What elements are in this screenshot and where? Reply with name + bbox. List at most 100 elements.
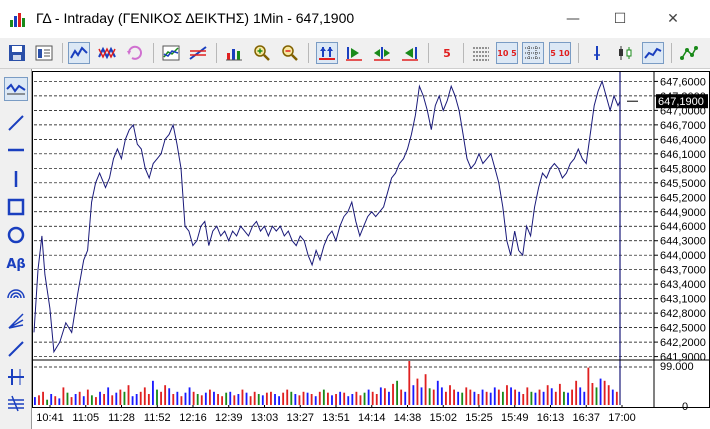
- close-button[interactable]: ✕: [650, 0, 696, 38]
- volume-bar: [392, 383, 394, 405]
- line-mode-icon[interactable]: [642, 42, 664, 64]
- trendline-tool-icon[interactable]: [4, 111, 28, 135]
- candles-icon[interactable]: [614, 42, 636, 64]
- volume-bar: [514, 389, 517, 405]
- vline-tool-icon[interactable]: [4, 167, 28, 191]
- x-tick-label: 15:25: [465, 412, 493, 424]
- volume-bar: [188, 387, 191, 405]
- volume-bar: [135, 394, 138, 405]
- maximize-button[interactable]: ☐: [597, 0, 643, 38]
- volume-bar: [294, 394, 297, 405]
- volume-bar: [66, 392, 69, 405]
- volume-bar: [595, 387, 598, 405]
- current-value-label: 647,1900: [658, 96, 704, 108]
- ellipse-tool-icon[interactable]: [4, 223, 28, 247]
- volume-bar: [453, 389, 455, 405]
- volume-bar: [127, 385, 130, 405]
- volume-bar: [347, 396, 350, 405]
- window-title: ΓΔ - Intraday (ΓΕΝΙΚΟΣ ΔΕΙΚΤΗΣ) 1Min - 6…: [36, 10, 355, 26]
- volume-bar: [42, 391, 44, 405]
- volume-icon[interactable]: [223, 42, 245, 64]
- volume-bar: [257, 394, 260, 405]
- grid-icon[interactable]: [522, 42, 544, 64]
- indicator-icon[interactable]: [160, 42, 182, 64]
- app-chart-icon: [10, 13, 25, 27]
- text-tool-icon[interactable]: Aβ: [4, 252, 28, 276]
- volume-bar: [314, 396, 317, 405]
- indicator-tool-icon[interactable]: [4, 77, 28, 101]
- toolbar-separator: [463, 43, 464, 63]
- step-center-icon[interactable]: [371, 42, 393, 64]
- volume-bar: [522, 394, 525, 405]
- volume-bar: [554, 391, 557, 405]
- y-tick-label: 647,6000: [660, 76, 706, 88]
- volume-bar: [558, 383, 561, 405]
- zoom-out-icon[interactable]: [279, 42, 301, 64]
- volume-bar: [107, 387, 110, 405]
- rectangle-tool-icon[interactable]: [4, 195, 28, 219]
- period-5-icon[interactable]: 5: [436, 42, 458, 64]
- fan-tool-icon[interactable]: [4, 309, 28, 333]
- zoom-in-icon[interactable]: [251, 42, 273, 64]
- volume-bar: [367, 389, 370, 405]
- scroll-start-icon[interactable]: [316, 42, 338, 64]
- hlines-icon[interactable]: [470, 42, 492, 64]
- hline-tool-icon[interactable]: [4, 138, 28, 162]
- y-tick-label: 643,7000: [660, 265, 706, 277]
- volume-bar: [38, 395, 40, 405]
- chart-background: [32, 69, 710, 429]
- minimize-button[interactable]: —: [550, 0, 596, 38]
- volume-bar: [534, 392, 537, 405]
- x-tick-label: 12:39: [215, 412, 243, 424]
- intraday-chart[interactable]: 647,6000647,3000647,0000646,7000646,4000…: [32, 69, 710, 429]
- volume-bar: [550, 388, 553, 405]
- line-chart-icon[interactable]: [68, 42, 90, 64]
- volume-bar: [546, 385, 549, 405]
- step-back-icon[interactable]: [343, 42, 365, 64]
- volume-bar: [440, 387, 443, 405]
- line-tool-icon[interactable]: [4, 337, 28, 361]
- template-icon[interactable]: [33, 42, 55, 64]
- save-icon[interactable]: [6, 42, 28, 64]
- volume-bar: [469, 389, 472, 405]
- volume-bar: [587, 367, 590, 405]
- volume-bar: [542, 391, 545, 405]
- grid-5-10-icon[interactable]: 5 10: [549, 42, 571, 64]
- volume-bar: [184, 392, 187, 405]
- refresh-icon[interactable]: [124, 42, 146, 64]
- crosshair-icon[interactable]: [586, 42, 608, 64]
- trend-icon[interactable]: [187, 42, 209, 64]
- volume-bar: [111, 395, 114, 405]
- bar-compare-icon[interactable]: [96, 42, 118, 64]
- volume-bar: [449, 385, 451, 405]
- x-tick-label: 13:51: [322, 412, 350, 424]
- volume-bar: [457, 391, 460, 405]
- step-forward-icon[interactable]: [399, 42, 421, 64]
- volume-bar: [497, 389, 500, 405]
- volume-bar: [265, 392, 268, 405]
- volume-bar: [322, 389, 325, 405]
- cross-tool-icon[interactable]: [4, 365, 28, 389]
- volume-bar: [46, 399, 49, 405]
- volume-bar: [156, 389, 158, 405]
- volume-bar: [530, 391, 533, 405]
- volume-bar: [180, 396, 183, 405]
- y-tick-label: 642,8000: [660, 308, 706, 320]
- grid-10-5-icon[interactable]: 10 5: [496, 42, 518, 64]
- y-tick-label: 642,2000: [660, 337, 706, 349]
- volume-bar: [567, 392, 569, 405]
- pattern-icon[interactable]: [678, 42, 700, 64]
- toolbar-separator: [153, 43, 154, 63]
- volume-bar: [518, 391, 521, 405]
- channel-tool-icon[interactable]: [4, 391, 28, 415]
- volume-bar: [168, 388, 171, 405]
- y-tick-label: 644,9000: [660, 207, 706, 219]
- y-tick-label: 645,5000: [660, 178, 706, 190]
- period-5-label: 5: [443, 46, 451, 60]
- volume-bar: [54, 396, 57, 405]
- volume-max-label: 99.000: [660, 361, 694, 373]
- volume-bar: [396, 380, 399, 405]
- volume-bar: [131, 396, 134, 405]
- arc-tool-icon[interactable]: [4, 280, 28, 304]
- y-tick-label: 644,3000: [660, 236, 706, 248]
